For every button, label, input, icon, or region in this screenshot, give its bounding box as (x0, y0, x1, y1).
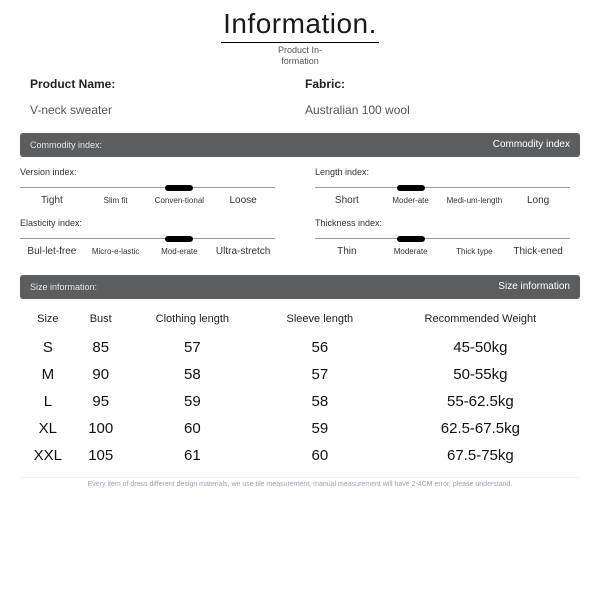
size-cell: 105 (76, 442, 126, 469)
scale-option: Thick-ened (506, 246, 570, 257)
scale-option: Short (315, 195, 379, 206)
elasticity-index-label: Elasticity index: (20, 218, 275, 228)
scale-option: Thin (315, 246, 379, 257)
version-scale: TightSlim fitConven-tionalLoose (20, 185, 275, 206)
size-info-bar: Size information: Size information (20, 275, 580, 299)
size-cell: 100 (76, 415, 126, 442)
page-title: Information. (221, 8, 379, 43)
size-col-header: Clothing length (126, 309, 259, 334)
length-index-label: Length index: (315, 167, 570, 177)
size-col-header: Recommended Weight (381, 309, 580, 334)
size-cell: XL (20, 415, 76, 442)
size-cell: 60 (126, 415, 259, 442)
table-row: S85575645-50kg (20, 334, 580, 361)
scale-option: Medi-um-length (443, 197, 507, 206)
index-row-1: Version index: TightSlim fitConven-tiona… (20, 167, 580, 218)
fabric-label: Fabric: (305, 77, 580, 91)
size-cell: XXL (20, 442, 76, 469)
scale-option: Moder-ate (379, 197, 443, 206)
bar-left-label: Commodity index: (30, 140, 102, 150)
scale-option: Tight (20, 195, 84, 206)
product-name-value: V-neck sweater (30, 103, 305, 117)
table-row: XL100605962.5-67.5kg (20, 415, 580, 442)
size-cell: 57 (126, 334, 259, 361)
size-col-header: Size (20, 309, 76, 334)
size-cell: 59 (259, 415, 381, 442)
size-cell: 50-55kg (381, 361, 580, 388)
size-cell: 56 (259, 334, 381, 361)
size-col-header: Sleeve length (259, 309, 381, 334)
footnote: Every item of dress different design mat… (20, 477, 580, 488)
size-cell: 90 (76, 361, 126, 388)
size-table: SizeBustClothing lengthSleeve lengthReco… (20, 309, 580, 469)
size-cell: 45-50kg (381, 334, 580, 361)
scale-option: Micro-e-lastic (84, 248, 148, 257)
thickness-scale: ThinModerateThick typeThick-ened (315, 236, 570, 257)
bar-right-label: Commodity index (493, 139, 570, 150)
product-name-label: Product Name: (30, 77, 305, 91)
size-cell: 85 (76, 334, 126, 361)
table-row: XXL105616067.5-75kg (20, 442, 580, 469)
bar-right-label: Size information (498, 281, 570, 292)
scale-option: Conven-tional (148, 197, 212, 206)
size-cell: 57 (259, 361, 381, 388)
size-cell: S (20, 334, 76, 361)
size-cell: L (20, 388, 76, 415)
product-row: Product Name: V-neck sweater Fabric: Aus… (20, 77, 580, 127)
scale-option: Long (506, 195, 570, 206)
size-table-header-row: SizeBustClothing lengthSleeve lengthReco… (20, 309, 580, 334)
scale-option: Bul-let-free (20, 246, 84, 257)
thickness-index-label: Thickness index: (315, 218, 570, 228)
size-cell: 95 (76, 388, 126, 415)
fabric-value: Australian 100 wool (305, 103, 580, 117)
size-cell: 58 (126, 361, 259, 388)
bar-left-label: Size information: (30, 282, 97, 292)
scale-option: Loose (211, 195, 275, 206)
elasticity-scale: Bul-let-freeMicro-e-lasticMod-erateUltra… (20, 236, 275, 257)
scale-option: Ultra-stretch (211, 246, 275, 257)
scale-option: Slim fit (84, 197, 148, 206)
index-row-2: Elasticity index: Bul-let-freeMicro-e-la… (20, 218, 580, 269)
size-cell: 60 (259, 442, 381, 469)
page-subtitle: Product In-formation (270, 45, 330, 67)
scale-option: Thick type (443, 248, 507, 257)
size-col-header: Bust (76, 309, 126, 334)
version-index-label: Version index: (20, 167, 275, 177)
size-cell: M (20, 361, 76, 388)
size-cell: 58 (259, 388, 381, 415)
size-cell: 67.5-75kg (381, 442, 580, 469)
size-cell: 59 (126, 388, 259, 415)
table-row: L95595855-62.5kg (20, 388, 580, 415)
size-cell: 62.5-67.5kg (381, 415, 580, 442)
size-cell: 61 (126, 442, 259, 469)
length-scale: ShortModer-ateMedi-um-lengthLong (315, 185, 570, 206)
commodity-index-bar: Commodity index: Commodity index (20, 133, 580, 157)
scale-option: Moderate (379, 248, 443, 257)
table-row: M90585750-55kg (20, 361, 580, 388)
scale-option: Mod-erate (148, 248, 212, 257)
size-cell: 55-62.5kg (381, 388, 580, 415)
size-table-body: S85575645-50kgM90585750-55kgL95595855-62… (20, 334, 580, 469)
